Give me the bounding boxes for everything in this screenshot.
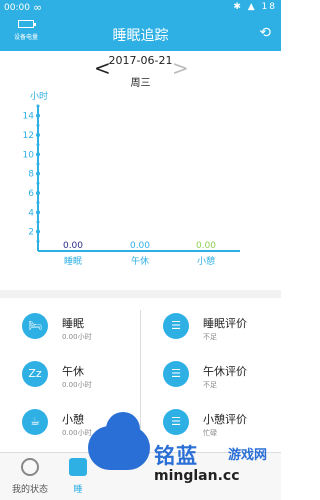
stat-sleep-rating: ☰ 睡眠评价 不足 (163, 313, 273, 345)
y-tick-label: 10 (23, 150, 35, 160)
stat-value: 不足 (203, 381, 217, 389)
stat-value: 不足 (203, 333, 217, 341)
sleep-icon (69, 458, 87, 476)
status-bar: 00:00 ∞ ✱ ▲ 18 (0, 0, 281, 17)
stat-nap-rating: ☰ 午休评价 不足 (163, 361, 273, 393)
watermark-domain: minglan.cc (154, 468, 240, 484)
stat-value: 0.00小时 (62, 381, 92, 389)
share-icon[interactable]: ⟲ (259, 25, 271, 41)
y-tick-label: 4 (28, 208, 34, 218)
y-minor-tick (36, 162, 40, 166)
y-tick-mark (36, 152, 40, 157)
category-label: 午休 (131, 255, 149, 267)
y-minor-tick (36, 220, 40, 224)
list-icon: ☰ (163, 361, 189, 387)
top-bar: 设备电量 睡眠追踪 ⟲ (0, 17, 281, 51)
category-label: 小憩 (197, 255, 215, 267)
zz-icon: Zz (22, 361, 48, 387)
y-tick-mark (36, 133, 40, 137)
data-label: 0.00 (130, 241, 150, 251)
y-tick-mark (36, 113, 40, 118)
y-tick-mark (36, 229, 40, 234)
y-minor-tick (36, 181, 40, 185)
y-tick-mark (36, 191, 40, 195)
list-icon: ☰ (163, 313, 189, 339)
stat-value: 0.00小时 (62, 333, 92, 341)
sleep-bar-chart: 小时 2 4 6 8 10 12 14 0.00 睡眠 0.00 午休 0.00 小憩 (23, 90, 240, 267)
data-label: 0.00 (196, 241, 216, 251)
stat-name: 午休 (62, 365, 84, 378)
y-tick-label: 8 (28, 170, 34, 180)
y-tick-label: 14 (23, 112, 35, 122)
watermark-subtext: 游戏网 (228, 448, 268, 463)
category-label: 睡眠 (64, 255, 82, 267)
y-tick-label: 2 (28, 228, 34, 238)
page-title: 睡眠追踪 (112, 28, 169, 44)
status-icon (21, 458, 39, 476)
y-minor-tick (36, 104, 40, 108)
stat-name: 午休评价 (203, 365, 247, 378)
y-minor-tick (36, 143, 40, 147)
data-label: 0.00 (63, 241, 83, 251)
status-icons: ✱ ▲ 18 (233, 2, 277, 12)
column-divider (140, 310, 141, 435)
stat-nap: Zz 午休 0.00小时 (22, 361, 132, 393)
watermark-text: 铭蓝 (154, 444, 198, 468)
section-divider (0, 290, 281, 298)
stat-sleep: 🛏 睡眠 0.00小时 (22, 313, 132, 345)
stat-name: 小憩 (62, 413, 84, 426)
y-axis-label: 小时 (30, 90, 48, 102)
stat-name: 睡眠评价 (203, 317, 247, 330)
date-label: 2017-06-21 (108, 54, 173, 67)
y-minor-tick (36, 123, 40, 127)
stat-name: 睡眠 (62, 317, 84, 330)
y-minor-tick (36, 239, 40, 243)
cloud-icon (88, 412, 150, 470)
bed-icon: 🛏 (22, 313, 48, 339)
next-day-button[interactable]: > (172, 58, 189, 78)
cup-icon: ☕ (22, 409, 48, 435)
watermark-logo: 铭蓝 游戏网 minglan.cc (88, 412, 281, 500)
y-tick-label: 12 (23, 131, 34, 141)
y-tick-label: 6 (28, 189, 34, 199)
y-minor-tick (36, 201, 40, 205)
infinity-icon: ∞ (33, 1, 43, 14)
y-tick-mark (36, 171, 40, 176)
y-tick-mark (36, 210, 40, 215)
clock: 00:00 (4, 3, 30, 13)
